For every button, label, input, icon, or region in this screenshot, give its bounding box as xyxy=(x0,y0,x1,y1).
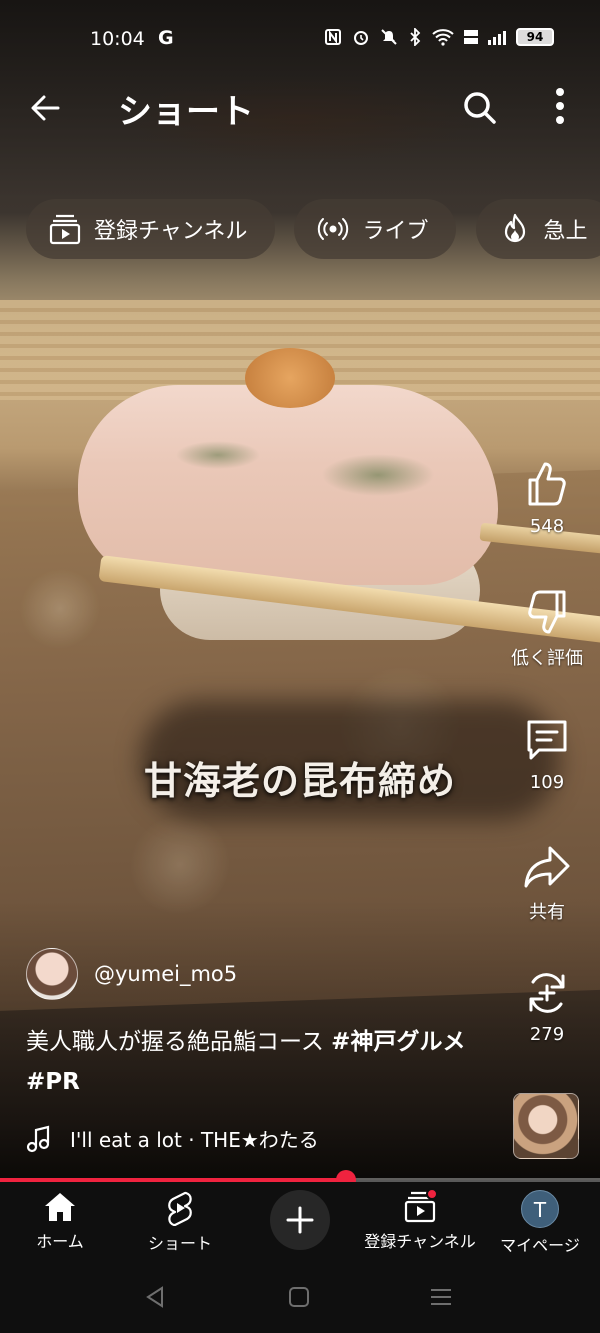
share-label: 共有 xyxy=(529,902,565,923)
mute-icon xyxy=(381,29,397,45)
triangle-back-icon xyxy=(146,1286,163,1308)
square-home-icon xyxy=(289,1287,309,1307)
notification-dot xyxy=(426,1188,438,1200)
music-note-icon xyxy=(26,1125,50,1152)
sushi-topping xyxy=(245,348,335,408)
dislike-button[interactable]: 低く評価 xyxy=(500,586,594,670)
hashtag-link[interactable]: #PR xyxy=(26,1069,80,1095)
nav-label: ホーム xyxy=(36,1232,84,1251)
music-info[interactable]: I'll eat a lot · THE★わたる xyxy=(26,1124,319,1153)
nav-label: 登録チャンネル xyxy=(364,1232,476,1251)
remix-count: 279 xyxy=(529,1024,565,1045)
chip-live[interactable]: ライブ xyxy=(294,199,457,259)
volte-icon xyxy=(464,30,478,44)
music-title: I'll eat a lot · THE★わたる xyxy=(70,1128,319,1152)
nav-label: マイページ xyxy=(500,1236,580,1255)
comments-button[interactable]: 109 xyxy=(500,716,594,793)
system-home-button[interactable] xyxy=(284,1282,314,1312)
status-bar: 10:04 G 94 xyxy=(0,22,600,58)
channel-handle[interactable]: @yumei_mo5 xyxy=(94,962,237,986)
sushi-shrimp xyxy=(78,385,498,585)
video-description[interactable]: 美人職人が握る絶品鮨コース #神戸グルメ #PR xyxy=(26,1022,496,1102)
battery-icon: 94 xyxy=(516,28,554,46)
search-button[interactable] xyxy=(460,88,500,128)
system-navigation xyxy=(0,1260,600,1333)
page-title: ショート xyxy=(118,92,254,132)
search-icon xyxy=(464,92,496,124)
hashtag-link[interactable]: #神戸グルメ xyxy=(331,1029,465,1055)
nav-me[interactable]: T マイページ xyxy=(480,1190,600,1256)
nav-shorts[interactable]: ショート xyxy=(120,1190,240,1254)
google-icon: G xyxy=(158,27,174,49)
signal-icon xyxy=(488,29,506,45)
subscriptions-icon xyxy=(49,214,81,245)
remix-button[interactable]: 279 xyxy=(500,968,594,1045)
like-count: 548 xyxy=(529,516,565,537)
status-time: 10:04 xyxy=(90,28,145,50)
home-icon xyxy=(45,1193,75,1221)
chip-subscriptions[interactable]: 登録チャンネル xyxy=(26,199,276,259)
user-avatar: T xyxy=(521,1190,559,1228)
nav-label: ショート xyxy=(147,1234,212,1253)
thumbs-down-icon xyxy=(528,590,566,634)
comment-count: 109 xyxy=(529,772,565,793)
like-button[interactable]: 548 xyxy=(500,458,594,537)
share-button[interactable]: 共有 xyxy=(500,842,594,924)
plus-icon xyxy=(286,1206,314,1234)
live-icon xyxy=(318,218,349,240)
create-button[interactable] xyxy=(270,1190,330,1250)
bluetooth-icon xyxy=(410,28,421,46)
channel-info[interactable]: @yumei_mo5 xyxy=(26,948,237,1000)
shorts-icon xyxy=(168,1191,192,1226)
chip-label: 急上 xyxy=(543,219,588,244)
wifi-icon xyxy=(432,29,454,46)
share-icon xyxy=(524,846,570,888)
nfc-icon xyxy=(325,29,341,45)
header: ショート xyxy=(0,80,600,136)
chip-label: 登録チャンネル xyxy=(94,219,248,244)
channel-avatar[interactable] xyxy=(26,948,78,1000)
sound-thumbnail[interactable] xyxy=(513,1093,579,1159)
remix-icon xyxy=(529,973,565,1013)
status-icons: 94 xyxy=(324,28,554,46)
menu-icon xyxy=(431,1289,451,1305)
alarm-icon xyxy=(354,31,368,45)
system-menu-button[interactable] xyxy=(426,1282,456,1312)
chip-trending[interactable]: 急上 xyxy=(475,199,600,259)
nav-home[interactable]: ホーム xyxy=(0,1190,120,1252)
comment-icon xyxy=(527,720,567,760)
bottom-navigation: ホーム ショート 登録チャンネル T マイページ xyxy=(0,1182,600,1260)
back-arrow-icon xyxy=(31,95,60,121)
more-vert-icon xyxy=(556,88,564,124)
thumbs-up-icon xyxy=(528,462,566,506)
more-options-button[interactable] xyxy=(540,84,580,128)
description-text: 美人職人が握る絶品鮨コース xyxy=(26,1029,332,1055)
trending-icon xyxy=(504,213,525,243)
filter-chips: 登録チャンネル ライブ 急上 xyxy=(26,199,600,259)
back-button[interactable] xyxy=(26,88,66,128)
chip-label: ライブ xyxy=(362,219,429,244)
system-back-button[interactable] xyxy=(140,1282,170,1312)
nav-subscriptions[interactable]: 登録チャンネル xyxy=(360,1188,480,1252)
dislike-label: 低く評価 xyxy=(511,648,583,669)
